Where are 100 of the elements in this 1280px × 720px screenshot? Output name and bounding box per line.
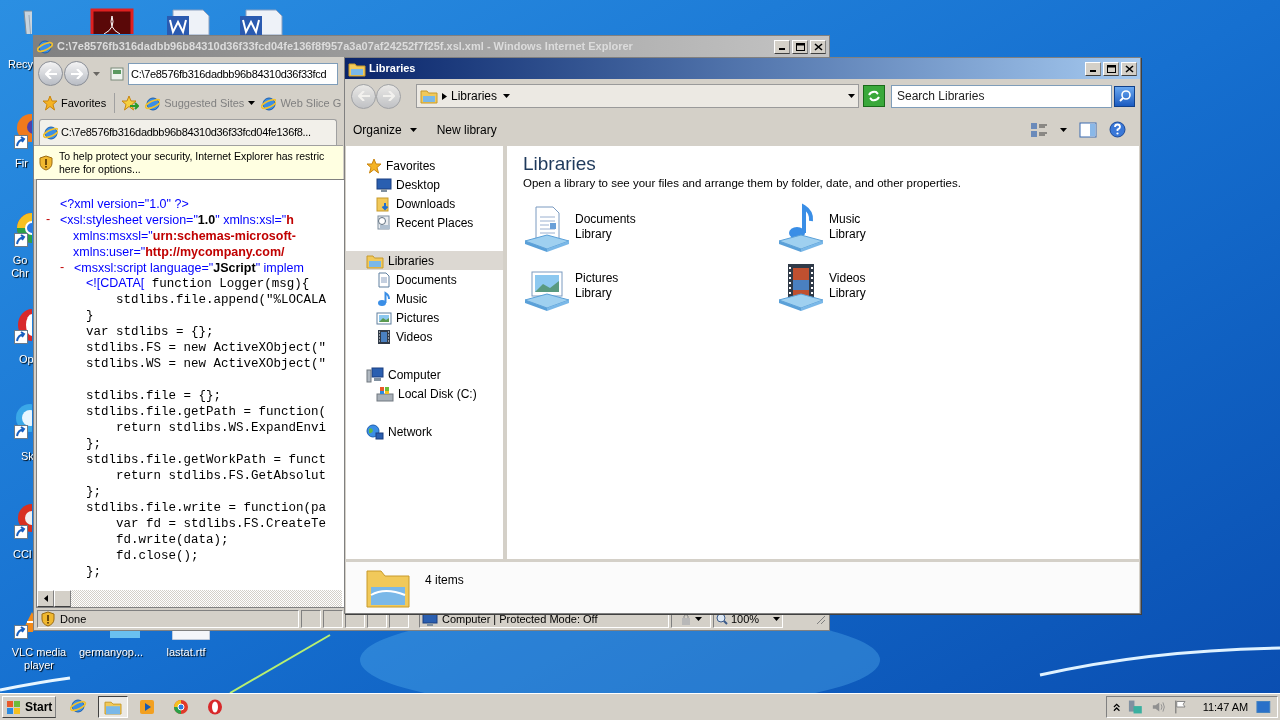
code-line: <?xml version="1.0" ?> [60,195,189,212]
caret-icon [503,94,511,98]
nav-item[interactable]: Music [346,289,503,308]
music-note-icon [376,290,392,307]
nav-item[interactable]: Local Disk (C:) [346,384,503,403]
nav-item[interactable]: Favorites [346,156,503,175]
maximize-button[interactable] [1103,61,1119,76]
chevron-icon[interactable] [442,92,447,100]
circle-icon [173,699,190,715]
resize-grip-icon[interactable] [814,613,826,625]
code-line: }; [86,484,101,500]
nav-item[interactable]: Recent Places [346,213,503,232]
favorites-button[interactable]: Favorites [40,94,109,112]
window-title: Libraries [369,61,416,77]
flag-icon[interactable] [1173,699,1187,715]
desktop-icon-label: Go Chr [10,254,30,280]
back-arrow-icon [44,68,57,79]
nav-item[interactable]: Documents [346,270,503,289]
caret-icon [409,127,417,132]
status-panel [301,610,321,628]
nav-item[interactable]: Computer [346,365,503,384]
globe-ring-icon [43,125,58,140]
code-line: var stdlibs = {}; [86,324,214,340]
desktop-icon-label: Recy [8,58,34,71]
caret-icon[interactable] [848,94,855,98]
status-text: Done [60,611,87,627]
monitor-icon [376,176,392,193]
library-item[interactable]: Music Library [777,203,1031,253]
collapse-toggle[interactable]: - [60,259,74,275]
computer-icon [366,366,384,383]
network-globe-icon [366,423,384,440]
chevron-up-icon[interactable] [1113,702,1121,712]
picture-icon [376,309,392,326]
code-line: stdlibs.file.getWorkPath = funct [86,452,327,468]
horizontal-scrollbar[interactable] [37,590,342,607]
library-folder-icon [366,252,384,269]
framed-document-icon[interactable] [90,8,134,34]
word-document-icon[interactable] [165,8,211,35]
library-item[interactable]: Documents Library [523,203,777,253]
back-button[interactable] [38,61,63,86]
code-line: stdlibs.FS = new ActiveXObject(" [86,340,327,356]
forward-arrow-icon [382,91,395,101]
warning-shield-icon [40,611,56,627]
maximize-icon [1106,64,1116,73]
toolbar-button[interactable]: New library [436,120,497,139]
desktop-icon-label: Sk [21,450,34,463]
minimize-button[interactable] [774,39,790,54]
film-strip-icon [376,328,392,345]
warning-shield-icon [38,154,54,171]
clock[interactable]: 11:47 AM [1202,698,1249,716]
search-icon [1118,90,1131,102]
desktop-icon-label: VLC media player [10,646,68,672]
code-line: } [86,308,94,324]
page-icon [110,66,124,81]
show-desktop-icon[interactable] [1256,700,1271,714]
scroll-left-button[interactable] [37,590,54,607]
download-folder-icon [376,195,392,212]
desktop-icon-label: germanyop... [78,646,144,659]
star-icon [42,95,58,111]
forward-button[interactable] [64,61,89,86]
code-line: <![CDATA[ function Logger(msg){ [86,275,310,292]
close-button[interactable] [1121,61,1137,76]
nav-item[interactable]: Network [346,422,503,441]
help-icon[interactable] [1109,121,1126,138]
search-field[interactable]: Search Libraries [891,84,1112,108]
start-button[interactable]: Start [2,696,57,718]
word-document-icon[interactable] [238,8,284,35]
nav-item[interactable]: Pictures [346,308,503,327]
caret-icon[interactable] [695,617,702,621]
globe-ring-icon [261,95,277,111]
globe-ring-icon [70,698,89,716]
code-line: }; [86,564,101,580]
code-line: xmlns:msxsl="urn:schemas-microsoft- [73,227,296,244]
code-line: stdlibs.file.append("%LOCALA [115,292,327,308]
collapse-toggle[interactable]: - [46,211,60,227]
library-item[interactable]: Videos Library [777,262,1031,312]
library-item[interactable]: Pictures Library [523,262,777,312]
caret-icon[interactable] [1060,127,1067,132]
taskbar-button[interactable] [98,696,129,718]
breadcrumb-button[interactable]: Libraries [451,87,511,105]
caret-icon [773,617,780,621]
nav-item[interactable]: Libraries [346,251,503,270]
nav-item[interactable]: Downloads [346,194,503,213]
minimize-button[interactable] [1085,61,1101,76]
code-line: <xsl:stylesheet version="1.0" xmlns:xsl="h [60,211,294,228]
star-icon [366,157,382,174]
refresh-button[interactable] [863,85,885,107]
close-button[interactable] [810,39,826,54]
browser-tab[interactable]: C:\7e8576fb316dadbb96b84310d36f33fcd04fe136f8... [39,119,337,145]
scroll-thumb[interactable] [54,590,71,607]
preview-pane-icon[interactable] [1079,121,1097,138]
code-line: fd.close(); [115,548,199,564]
maximize-button[interactable] [792,39,808,54]
address-bar[interactable]: Libraries [416,84,859,108]
address-field[interactable]: C:\7e8576fb316dadbb96b84310d36f33fcd [128,62,338,85]
information-bar[interactable]: To help protect your security, Internet Explorer has restric here for options... [34,145,343,179]
nav-item[interactable]: Videos [346,327,503,346]
search-button[interactable] [1114,85,1135,107]
toolbar-button[interactable]: Organize [353,120,417,139]
nav-item[interactable]: Desktop [346,175,503,194]
